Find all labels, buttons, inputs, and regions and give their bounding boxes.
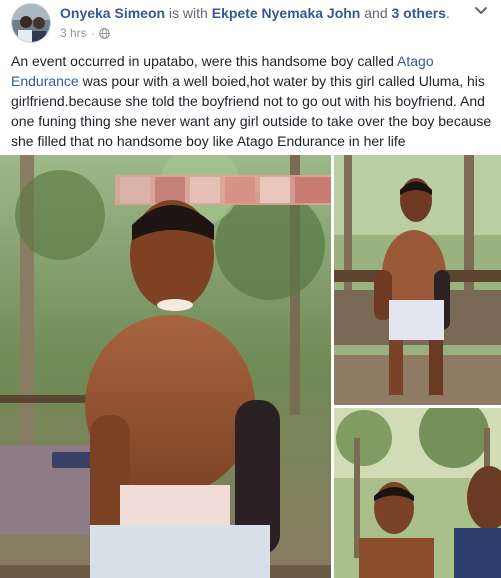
photo-bottom-right[interactable] [334,408,501,578]
post-meta: 3 hrs · [60,26,110,40]
post-text-part1: An event occurred in upatabo, were this … [11,53,398,69]
photo-top-right[interactable] [334,155,501,405]
others-link[interactable]: 3 others [392,5,446,21]
meta-separator: · [90,26,95,40]
tagged-person[interactable]: Ekpete Nyemaka John [212,5,361,21]
period-text: . [445,5,450,21]
post-header: Onyeka Simeon is with Ekpete Nyemaka Joh… [0,0,501,48]
chevron-down-icon[interactable] [471,2,491,20]
with-text: is with [165,5,212,21]
globe-icon[interactable] [98,27,110,39]
post-text: An event occurred in upatabo, were this … [11,51,493,151]
avatar[interactable] [11,3,51,43]
photo-grid [0,155,501,578]
and-text: and [360,5,392,21]
post-text-part2: was pour with a well boied,hot water by … [11,73,492,149]
post-time[interactable]: 3 hrs [60,26,87,40]
author-line: Onyeka Simeon is with Ekpete Nyemaka Joh… [60,5,450,21]
photo-main[interactable] [0,155,331,578]
author-name[interactable]: Onyeka Simeon [60,5,165,21]
